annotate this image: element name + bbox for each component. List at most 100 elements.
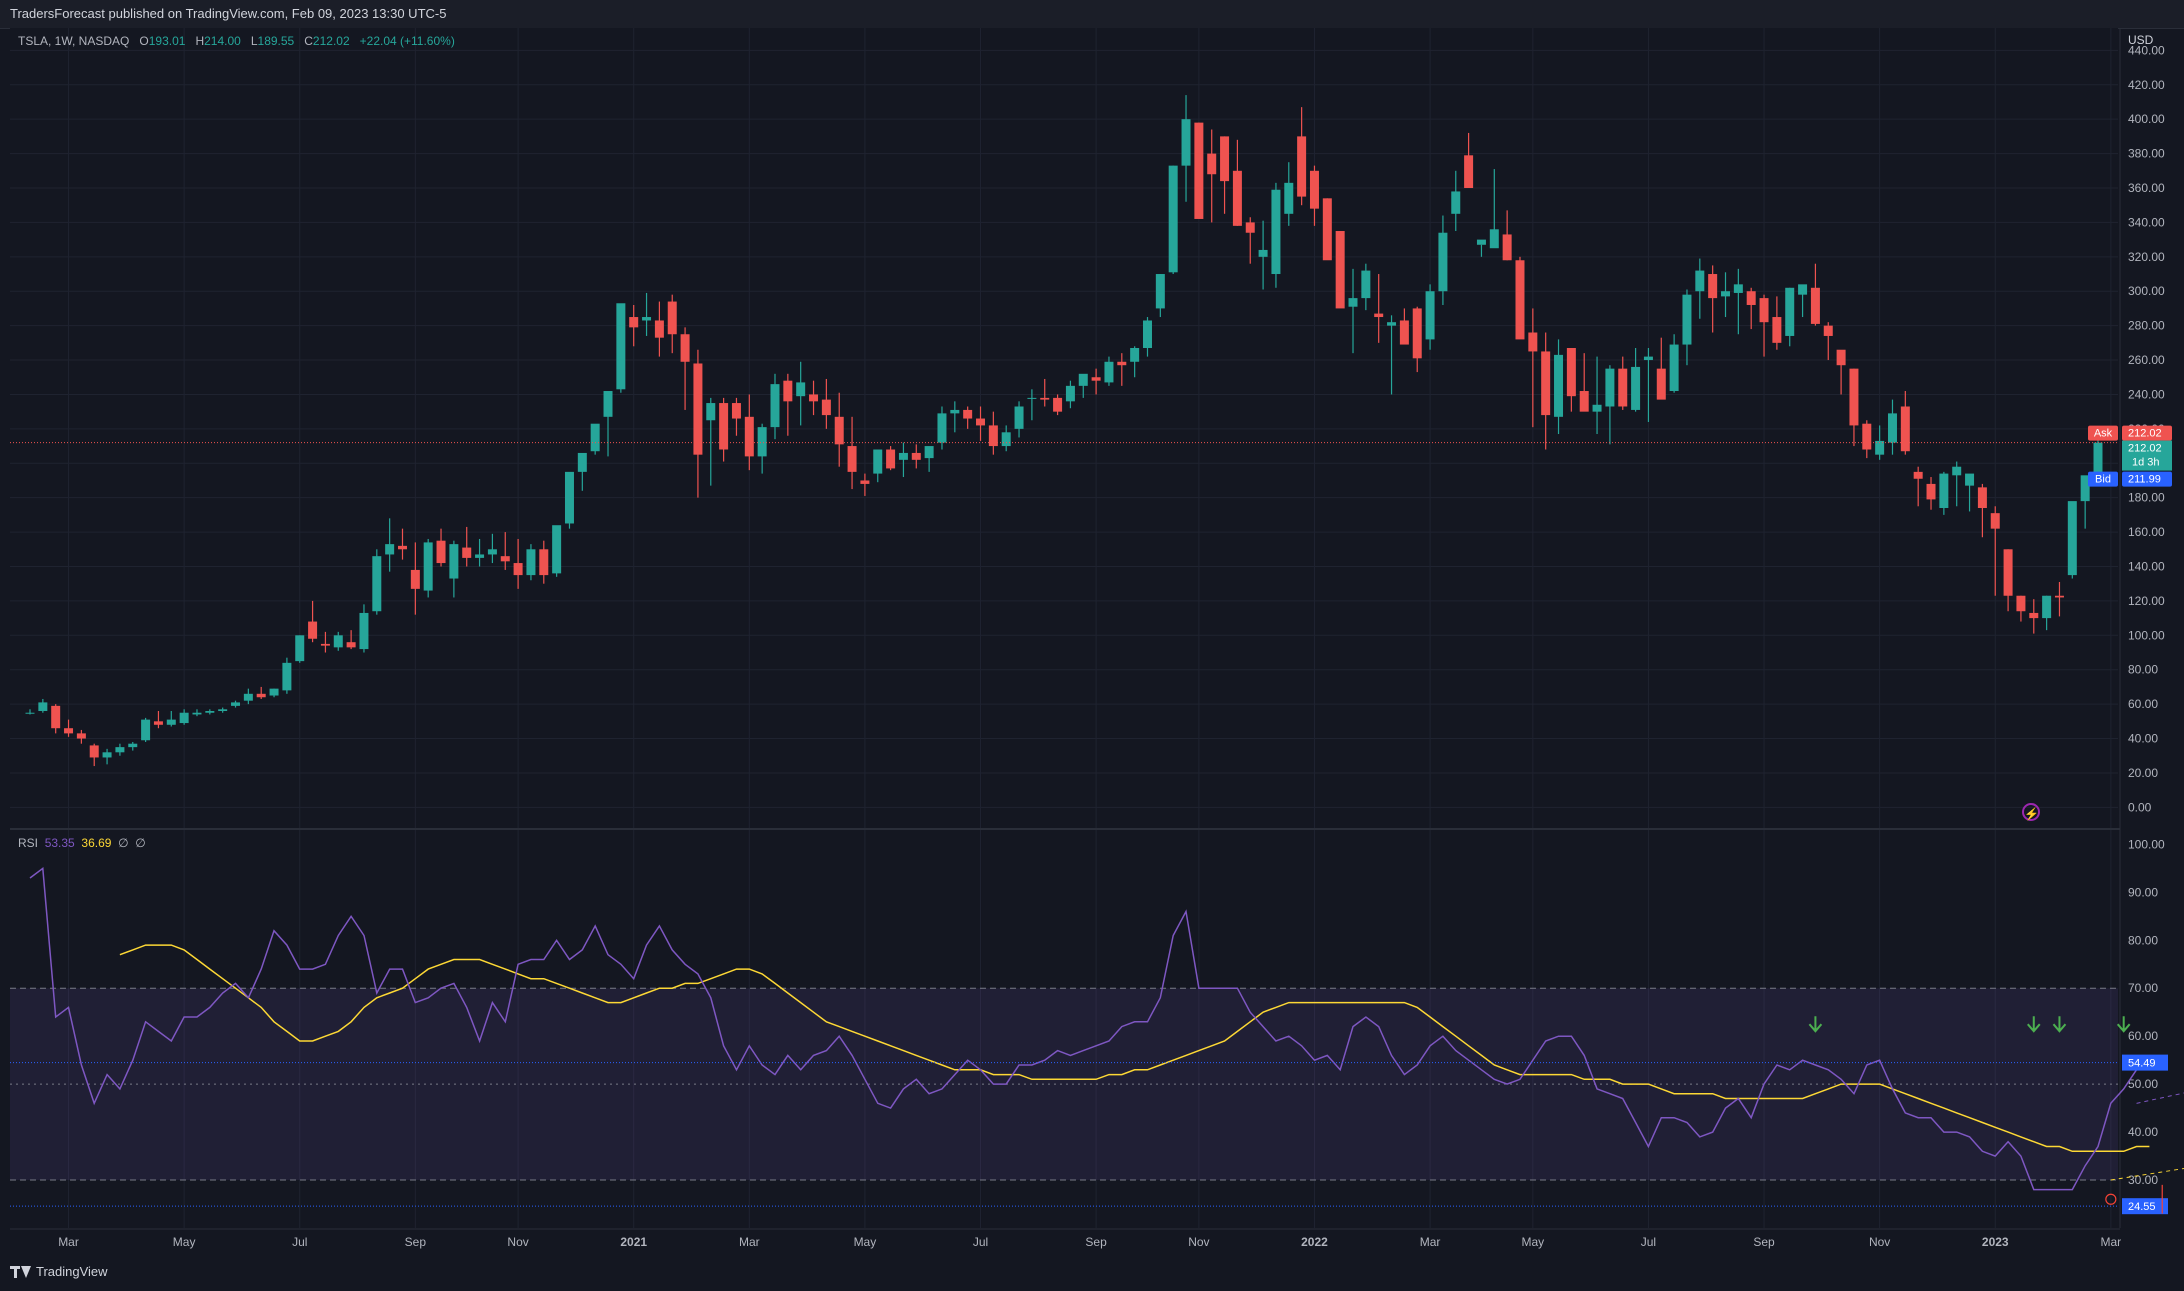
candle-body [860, 480, 870, 484]
price-axis-label: 100.00 [2128, 628, 2165, 642]
rsi-axis-label: 50.00 [2128, 1077, 2158, 1091]
candle-body [192, 712, 202, 715]
candle-body [1939, 473, 1949, 508]
candle-body [102, 752, 112, 758]
candle-body [1027, 397, 1037, 399]
rsi-name[interactable]: RSI [18, 836, 38, 850]
candle-body [680, 334, 690, 362]
time-axis-label: Mar [58, 1235, 79, 1249]
candle-body [320, 643, 330, 646]
candle-body [757, 427, 767, 457]
candle-body [64, 728, 74, 734]
candle-body [462, 547, 472, 558]
symbol-info[interactable]: TSLA, 1W, NASDAQ [18, 34, 129, 48]
candle-body [1849, 368, 1859, 426]
candle-body [552, 525, 562, 574]
time-axis-label: Mar [739, 1235, 760, 1249]
candle-body [2029, 612, 2039, 619]
rsi-extra-2: ∅ [135, 836, 146, 850]
candle-body [988, 425, 998, 447]
candle-body [128, 743, 138, 748]
candle-body [2054, 595, 2064, 598]
candle-body [398, 545, 407, 550]
open-value: 193.01 [148, 34, 186, 48]
price-axis-label: 40.00 [2128, 732, 2158, 746]
candle-body [616, 303, 626, 390]
candle-body [1862, 423, 1872, 450]
candle-body [1040, 397, 1050, 400]
tradingview-brand: TradingView [36, 1264, 108, 1279]
low-label: L [250, 34, 258, 48]
last-price-label: 212.02 [2128, 443, 2162, 455]
candle-body [783, 380, 793, 402]
candle-body [1425, 291, 1435, 340]
candle-body [2003, 549, 2013, 596]
candle-body [1643, 356, 1653, 361]
candle-body [1348, 298, 1358, 307]
candle-body [1554, 354, 1564, 417]
candle-body [51, 705, 61, 729]
currency-label: USD [2128, 33, 2154, 47]
candle-body [1476, 239, 1486, 245]
candle-body [1464, 155, 1474, 188]
candle-body [410, 569, 420, 589]
countdown-label: 1d 3h [2132, 457, 2160, 469]
candle-body [898, 452, 908, 460]
chart-canvas[interactable]: 440.00420.00400.00380.00360.00340.00320.… [0, 0, 2184, 1291]
close-value: 212.02 [312, 34, 350, 48]
price-axis-label: 0.00 [2128, 800, 2152, 814]
candle-body [1489, 229, 1499, 249]
candle-body [153, 721, 163, 725]
candle-body [385, 544, 395, 555]
candle-body [1887, 413, 1897, 443]
time-axis-label: 2022 [1301, 1235, 1328, 1249]
candle-body [166, 719, 176, 725]
price-axis-label: 320.00 [2128, 250, 2165, 264]
rsi-axis-label: 40.00 [2128, 1125, 2158, 1139]
price-axis-label: 140.00 [2128, 559, 2165, 573]
candle-body [539, 549, 549, 576]
candle-body [513, 563, 523, 576]
candle-body [1900, 406, 1910, 452]
tradingview-logo: TradingView [10, 1264, 108, 1279]
candle-body [526, 549, 536, 576]
candle-body [809, 394, 819, 402]
bid-price-label: 211.99 [2128, 474, 2161, 486]
candle-body [693, 363, 703, 455]
ask-label: Ask [2094, 428, 2113, 440]
candle-body [744, 416, 754, 457]
price-axis-label: 280.00 [2128, 319, 2165, 333]
rsi-low-label: 24.55 [2128, 1201, 2156, 1213]
lightning-icon[interactable]: ⚡ [2022, 803, 2040, 821]
candle-body [1322, 198, 1332, 261]
time-axis-label: Nov [1869, 1235, 1890, 1249]
candle-body [1271, 189, 1281, 275]
time-axis-label: 2021 [620, 1235, 647, 1249]
candle-body [141, 719, 151, 741]
candle-body [372, 556, 382, 612]
candle-body [1618, 368, 1628, 407]
rsi-ma-value: 36.69 [81, 836, 112, 850]
candle-body [205, 711, 215, 713]
candle-body [38, 702, 48, 712]
candle-body [256, 693, 266, 698]
candle-body [873, 449, 883, 474]
candle-body [1913, 471, 1923, 479]
candle-body [1810, 287, 1820, 324]
price-axis-label: 120.00 [2128, 594, 2165, 608]
candle-body [1155, 274, 1165, 309]
rsi-band-fill [10, 988, 2118, 1181]
candle-body [243, 693, 253, 701]
candle-body [1695, 270, 1705, 292]
candle-body [1335, 231, 1345, 309]
candle-body [282, 662, 292, 691]
change-value: +22.04 (+11.60%) [359, 34, 455, 48]
bid-label: Bid [2095, 474, 2111, 486]
time-axis-label: Jul [292, 1235, 307, 1249]
price-axis-label: 360.00 [2128, 181, 2165, 195]
candle-body [1232, 170, 1242, 226]
candle-body [269, 688, 279, 696]
rsi-current-label: 54.49 [2128, 1058, 2156, 1070]
price-axis-label: 260.00 [2128, 353, 2165, 367]
candle-body [1798, 284, 1808, 295]
